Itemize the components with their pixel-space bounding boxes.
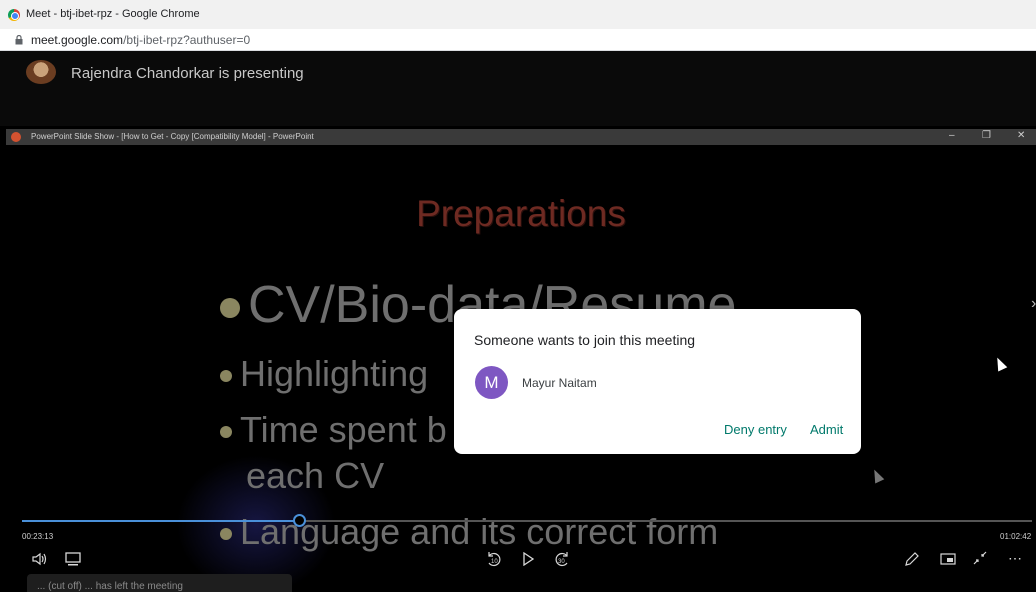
url-host: meet.google.com (31, 33, 124, 47)
url-text[interactable]: meet.google.com/btj-ibet-rpz?authuser=0 (31, 33, 250, 47)
presenter-avatar (26, 60, 56, 84)
slide-bullet-continuation: each CV (246, 455, 385, 496)
requester-name: Mayur Naitam (522, 376, 597, 390)
address-bar[interactable]: meet.google.com/btj-ibet-rpz?authuser=0 (0, 29, 1036, 51)
progress-fill (22, 520, 299, 522)
toast-text: ... (cut off) ... has left the meeting (37, 581, 183, 592)
powerpoint-window-bar: PowerPoint Slide Show - [How to Get - Co… (6, 129, 1036, 145)
pen-icon[interactable] (904, 551, 920, 567)
progress-handle[interactable] (293, 514, 306, 527)
chrome-icon (8, 9, 20, 21)
bullet-dot (220, 528, 232, 541)
admit-button[interactable]: Admit (810, 422, 843, 437)
slide-title: Preparations (416, 193, 626, 234)
bullet-dot (220, 370, 232, 383)
slide-bullet: Highlighting (220, 353, 428, 395)
volume-icon[interactable] (32, 552, 48, 566)
bullet-text: Time spent b (240, 409, 447, 450)
slide-bullet: Time spent b (220, 409, 447, 451)
close-button[interactable]: ✕ (1017, 130, 1025, 141)
powerpoint-window-title: PowerPoint Slide Show - [How to Get - Co… (31, 132, 314, 141)
presenter-text: Rajendra Chandorkar is presenting (71, 65, 304, 82)
elapsed-time: 00:23:13 (22, 532, 54, 541)
play-icon[interactable] (522, 552, 534, 566)
powerpoint-icon (11, 132, 21, 142)
window-title: Meet - btj-ibet-rpz - Google Chrome (26, 8, 200, 20)
rewind-10-icon[interactable]: 10 (485, 550, 503, 568)
requester-avatar: M (475, 366, 508, 399)
total-time: 01:02:42 (1000, 532, 1032, 541)
svg-text:10: 10 (491, 559, 498, 565)
url-path: /btj-ibet-rpz?authuser=0 (123, 33, 251, 47)
minimize-button[interactable]: – (949, 130, 955, 141)
browser-title-bar: Meet - btj-ibet-rpz - Google Chrome (0, 0, 1036, 29)
deny-entry-button[interactable]: Deny entry (724, 422, 787, 437)
presenter-bar (0, 51, 1036, 126)
more-icon[interactable]: ⋯ (1008, 550, 1022, 567)
dialog-title: Someone wants to join this meeting (474, 332, 696, 348)
join-request-dialog: Someone wants to join this meeting M May… (454, 309, 861, 454)
restore-button[interactable]: ❐ (982, 130, 991, 141)
notification-toast: ... (cut off) ... has left the meeting (27, 574, 292, 592)
svg-text:30: 30 (558, 559, 565, 565)
captions-icon[interactable] (65, 552, 81, 566)
bullet-text: Highlighting (240, 353, 429, 394)
forward-30-icon[interactable]: 30 (553, 550, 571, 568)
exit-fullscreen-icon[interactable] (972, 550, 988, 566)
lock-icon (15, 35, 23, 45)
bullet-dot (220, 426, 232, 439)
bullet-dot (220, 298, 240, 319)
bullet-text: Language and its correct form (240, 511, 719, 552)
pip-icon[interactable] (940, 553, 956, 565)
next-slide-arrow-icon[interactable]: › (1031, 295, 1036, 313)
